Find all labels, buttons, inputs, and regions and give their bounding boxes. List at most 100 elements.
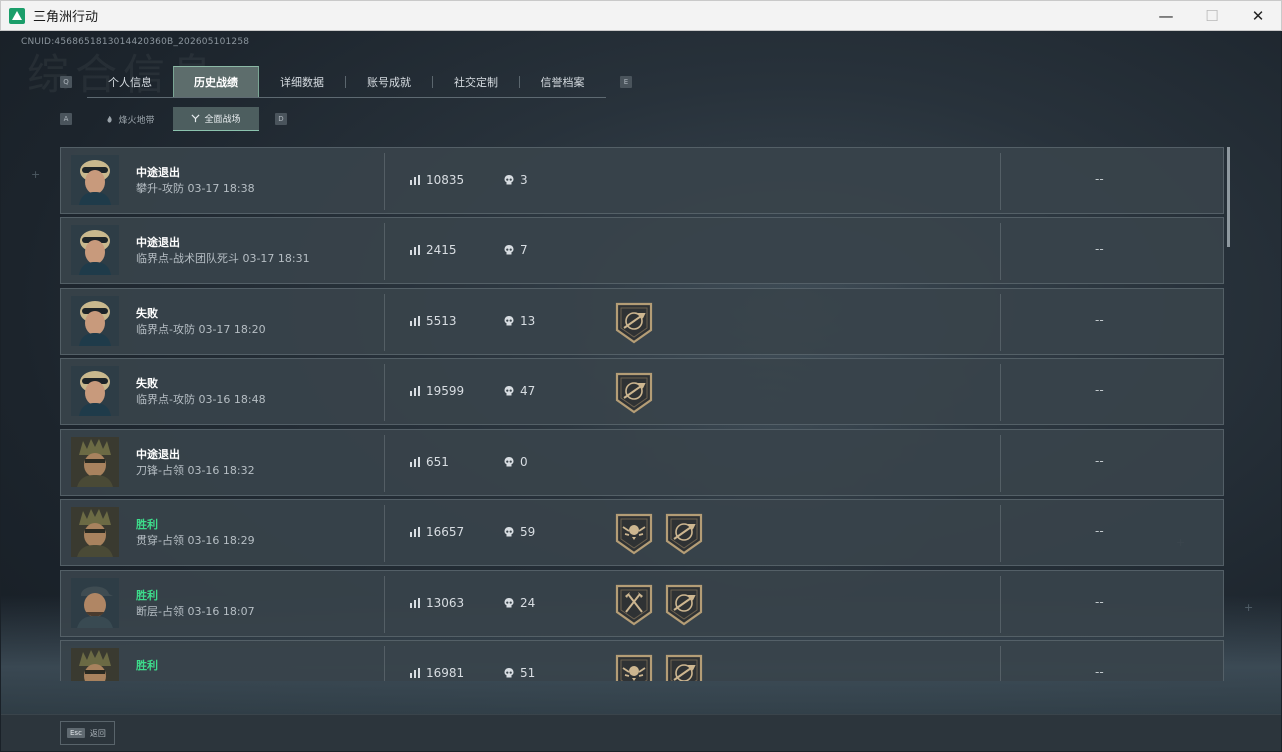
list-scrollbar[interactable] bbox=[1227, 147, 1230, 247]
skull-icon bbox=[503, 244, 515, 256]
window-title: 三角洲行动 bbox=[33, 10, 99, 25]
back-label: 返回 bbox=[89, 728, 106, 738]
cap-operator-avatar bbox=[71, 578, 119, 628]
subtab-next-key-hint[interactable]: D bbox=[275, 113, 287, 125]
column-divider bbox=[1000, 505, 1001, 562]
match-badges bbox=[614, 372, 654, 414]
match-result: 胜利 bbox=[136, 518, 158, 531]
column-divider bbox=[1000, 223, 1001, 280]
tab-detailed-data[interactable]: 详细数据 bbox=[259, 66, 345, 97]
minimize-button[interactable]: — bbox=[1143, 1, 1189, 31]
match-extra: -- bbox=[1095, 524, 1104, 538]
kills-value: 51 bbox=[520, 666, 536, 680]
match-extra: -- bbox=[1095, 313, 1104, 327]
skull-icon bbox=[503, 456, 515, 468]
match-score: 13063 bbox=[409, 596, 464, 610]
match-result: 胜利 bbox=[136, 659, 158, 672]
score-value: 13063 bbox=[426, 596, 465, 610]
match-row[interactable]: 胜利 16981 51 -- bbox=[60, 640, 1224, 681]
score-value: 16981 bbox=[426, 666, 465, 680]
match-kills: 51 bbox=[503, 666, 535, 680]
female-operator-avatar bbox=[71, 366, 119, 416]
rifle-badge-icon[interactable] bbox=[664, 654, 704, 681]
kills-value: 3 bbox=[520, 173, 528, 187]
tab-next-key-hint[interactable]: E bbox=[620, 76, 632, 88]
skull-wings-badge-icon[interactable] bbox=[614, 654, 654, 681]
match-row[interactable]: 胜利 断层-占领 03-16 18:07 13063 24 -- bbox=[60, 570, 1224, 637]
decor-plus-icon: + bbox=[1244, 601, 1254, 614]
crosshair-icon bbox=[191, 114, 200, 123]
column-divider bbox=[1000, 364, 1001, 421]
rifle-badge-icon[interactable] bbox=[614, 372, 654, 414]
match-result: 失败 bbox=[136, 307, 158, 320]
match-score: 2415 bbox=[409, 243, 457, 257]
match-score: 651 bbox=[409, 455, 449, 469]
kills-value: 24 bbox=[520, 596, 536, 610]
player-uid: CNUID:4568651813014420360B_202605101258 bbox=[21, 37, 250, 47]
match-detail: 临界点-战术团队死斗 03-17 18:31 bbox=[136, 252, 310, 265]
match-kills: 3 bbox=[503, 173, 528, 187]
rifle-badge-icon[interactable] bbox=[664, 513, 704, 555]
score-value: 651 bbox=[426, 455, 449, 469]
tab-prev-key-hint[interactable]: Q bbox=[60, 76, 72, 88]
decor-plus-icon: + bbox=[31, 168, 41, 181]
column-divider bbox=[1000, 294, 1001, 351]
match-score: 19599 bbox=[409, 384, 464, 398]
score-bar-icon bbox=[409, 385, 421, 397]
score-bar-icon bbox=[409, 244, 421, 256]
back-button[interactable]: Esc 返回 bbox=[60, 721, 115, 745]
tab-personal-info[interactable]: 个人信息 bbox=[87, 66, 173, 97]
kills-value: 7 bbox=[520, 243, 528, 257]
female-operator-avatar bbox=[71, 296, 119, 346]
skull-icon bbox=[503, 174, 515, 186]
rifle-badge-icon[interactable] bbox=[614, 302, 654, 344]
match-kills: 0 bbox=[503, 455, 528, 469]
match-row[interactable]: 中途退出 刀锋-占领 03-16 18:32 651 0 -- bbox=[60, 429, 1224, 496]
column-divider bbox=[384, 364, 385, 421]
match-score: 5513 bbox=[409, 314, 457, 328]
match-row[interactable]: 失败 临界点-攻防 03-16 18:48 19599 47 -- bbox=[60, 358, 1224, 425]
window-controls: — ☐ ✕ bbox=[1143, 1, 1281, 31]
column-divider bbox=[1000, 435, 1001, 492]
subtab-prev-key-hint[interactable]: A bbox=[60, 113, 72, 125]
match-detail: 攀升-攻防 03-17 18:38 bbox=[136, 182, 255, 195]
match-result: 中途退出 bbox=[136, 448, 180, 461]
match-badges bbox=[614, 584, 704, 626]
subtab-full-battlefield[interactable]: 全面战场 bbox=[173, 107, 259, 131]
tab-match-history[interactable]: 历史战绩 bbox=[173, 66, 259, 97]
game-viewport: 综合信息 + + + CNUID:4568651813014420360B_20… bbox=[1, 31, 1281, 751]
helmet-operator-avatar bbox=[71, 437, 119, 487]
match-detail: 临界点-攻防 03-16 18:48 bbox=[136, 393, 266, 406]
close-button[interactable]: ✕ bbox=[1235, 1, 1281, 31]
match-row[interactable]: 失败 临界点-攻防 03-17 18:20 5513 13 -- bbox=[60, 288, 1224, 355]
skull-wings-badge-icon[interactable] bbox=[614, 513, 654, 555]
column-divider bbox=[384, 294, 385, 351]
subtab-label: 烽火地带 bbox=[118, 115, 155, 126]
tab-credit-profile[interactable]: 信誉档案 bbox=[520, 66, 605, 97]
score-bar-icon bbox=[409, 597, 421, 609]
match-row[interactable]: 中途退出 临界点-战术团队死斗 03-17 18:31 2415 7 -- bbox=[60, 217, 1224, 284]
score-value: 5513 bbox=[426, 314, 457, 328]
mode-subtabs: 烽火地带 全面战场 bbox=[87, 107, 259, 131]
female-operator-avatar bbox=[71, 225, 119, 275]
match-score: 10835 bbox=[409, 173, 464, 187]
rifle-badge-icon[interactable] bbox=[664, 584, 704, 626]
subtab-hazard-zone[interactable]: 烽火地带 bbox=[87, 107, 173, 131]
tab-achievements[interactable]: 账号成就 bbox=[346, 66, 432, 97]
esc-key-hint: Esc bbox=[67, 728, 85, 738]
column-divider bbox=[384, 576, 385, 633]
column-divider bbox=[1000, 646, 1001, 681]
match-result: 中途退出 bbox=[136, 166, 180, 179]
axes-badge-icon[interactable] bbox=[614, 584, 654, 626]
match-detail: 刀锋-占领 03-16 18:32 bbox=[136, 464, 255, 477]
match-kills: 47 bbox=[503, 384, 535, 398]
maximize-button[interactable]: ☐ bbox=[1189, 1, 1235, 31]
match-extra: -- bbox=[1095, 383, 1104, 397]
match-row[interactable]: 中途退出 攀升-攻防 03-17 18:38 10835 3 -- bbox=[60, 147, 1224, 214]
score-value: 2415 bbox=[426, 243, 457, 257]
tab-social-custom[interactable]: 社交定制 bbox=[433, 66, 519, 97]
helmet-operator-avatar bbox=[71, 648, 119, 681]
match-detail: 断层-占领 03-16 18:07 bbox=[136, 605, 255, 618]
match-row[interactable]: 胜利 贯穿-占领 03-16 18:29 16657 59 -- bbox=[60, 499, 1224, 566]
match-badges bbox=[614, 302, 654, 344]
